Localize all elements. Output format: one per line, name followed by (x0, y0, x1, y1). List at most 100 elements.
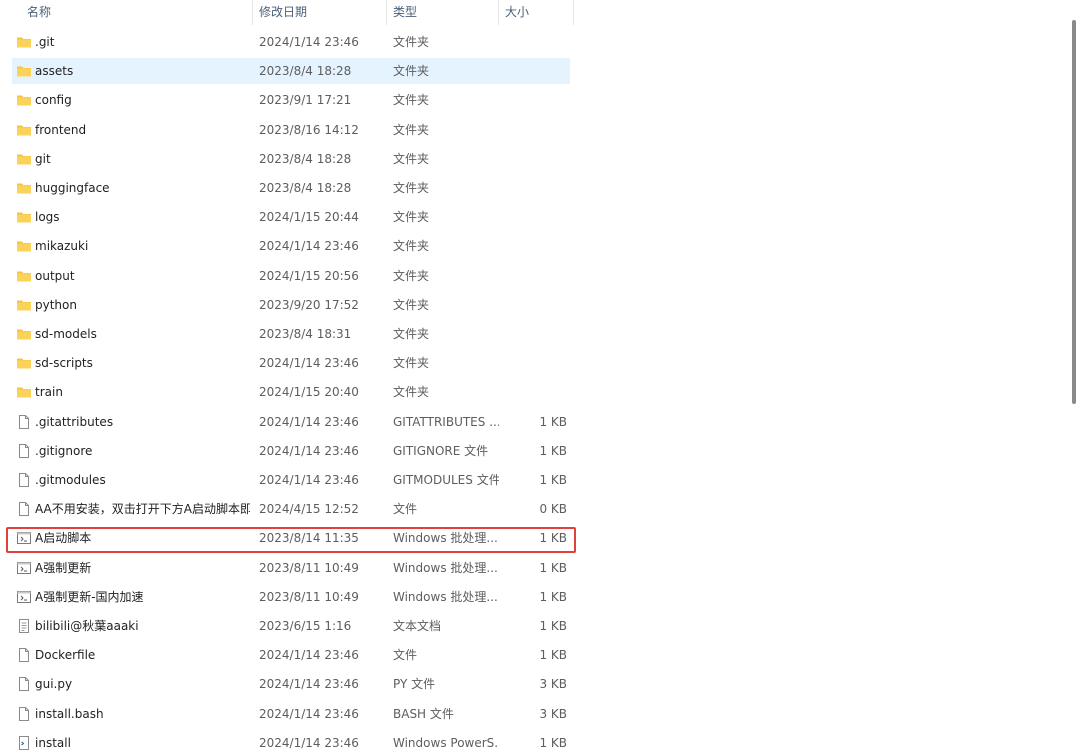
folder-icon (16, 384, 32, 400)
column-header-type-label: 类型 (393, 5, 418, 19)
file-date: 2023/8/4 18:28 (259, 181, 352, 195)
column-header-size[interactable]: 大小 (505, 0, 573, 25)
file-date: 2023/9/1 17:21 (259, 93, 352, 108)
file-size: 1 KB (539, 589, 567, 604)
file-type: Windows 批处理... (393, 589, 498, 604)
scrollbar-thumb[interactable] (1072, 20, 1076, 404)
file-name: mikazuki (35, 239, 89, 254)
file-icon (16, 414, 32, 430)
folder-icon (16, 268, 32, 284)
column-header-bar: 名称 ^ 修改日期 类型 大小 (0, 0, 574, 25)
file-type: GITMODULES 文件 (393, 473, 499, 487)
file-type: GITATTRIBUTES ... (393, 414, 499, 429)
vertical-scrollbar[interactable] (1066, 0, 1080, 745)
column-header-name-label: 名称 (27, 5, 52, 19)
file-size (512, 87, 567, 113)
column-divider[interactable] (498, 0, 499, 25)
sort-ascending-icon: ^ (132, 0, 140, 4)
file-row[interactable]: sd-models 2023/8/4 18:31 文件夹 (12, 321, 570, 347)
file-row[interactable]: sd-scripts 2024/1/14 23:46 文件夹 (12, 350, 570, 376)
file-type: GITIGNORE 文件 (393, 443, 489, 458)
file-row[interactable]: AA不用安装，双击打开下方A启动脚本即... 2024/4/15 12:52 文件 0… (12, 496, 570, 522)
file-size: 1 KB (539, 443, 567, 458)
file-row[interactable]: install 2024/1/14 23:46 Windows PowerS... 1… (12, 730, 570, 756)
file-row[interactable]: gui.py 2024/1/14 23:46 PY 文件 3 KB (12, 671, 570, 697)
file-icon (16, 443, 32, 459)
file-size (512, 146, 567, 172)
file-name: output (35, 268, 75, 283)
file-type: 文件夹 (393, 64, 430, 79)
file-row[interactable]: A强制更新-国内加速 2023/8/11 10:49 Windows 批处理... 1… (12, 584, 570, 610)
file-name: python (35, 297, 77, 312)
column-divider[interactable] (573, 0, 574, 25)
file-type: Windows 批处理... (393, 560, 498, 575)
file-name: sd-models (35, 327, 97, 341)
file-date: 2024/1/15 20:40 (259, 385, 359, 400)
column-divider[interactable] (252, 0, 253, 25)
column-header-date-label: 修改日期 (259, 5, 308, 19)
file-type: 文件 (393, 648, 418, 663)
file-row[interactable]: assets 2023/8/4 18:28 文件夹 (12, 58, 570, 85)
file-row[interactable]: .gitmodules 2024/1/14 23:46 GITMODULES 文件 1… (12, 467, 570, 493)
file-size: 1 KB (539, 735, 567, 750)
column-header-type[interactable]: 类型 (393, 0, 498, 25)
file-size: 3 KB (539, 677, 567, 692)
folder-icon (16, 63, 32, 79)
file-row[interactable]: git 2023/8/4 18:28 文件夹 (12, 146, 570, 172)
file-row[interactable]: mikazuki 2024/1/14 23:46 文件夹 (12, 233, 570, 259)
column-header-date[interactable]: 修改日期 (259, 0, 387, 25)
file-type: PY 文件 (393, 677, 436, 692)
file-name: bilibili@秋葉aaaki (35, 619, 139, 633)
file-date: 2024/1/14 23:46 (259, 414, 359, 429)
column-divider[interactable] (386, 0, 387, 25)
file-name: install (35, 735, 71, 750)
file-row[interactable]: config 2023/9/1 17:21 文件夹 (12, 87, 570, 113)
python-file-icon (16, 676, 32, 692)
file-name: config (35, 93, 72, 108)
file-size (512, 350, 567, 376)
file-name: frontend (35, 122, 87, 137)
file-row[interactable]: logs 2024/1/15 20:44 文件夹 (12, 204, 570, 230)
file-row[interactable]: huggingface 2023/8/4 18:28 文件夹 (12, 175, 570, 201)
folder-icon (16, 238, 32, 254)
file-date: 2024/1/14 23:46 (259, 735, 359, 750)
folder-icon (16, 209, 32, 225)
file-type: Windows PowerS... (393, 735, 499, 750)
file-name: gui.py (35, 677, 73, 692)
file-date: 2024/4/15 12:52 (259, 502, 359, 517)
file-name: train (35, 385, 63, 400)
file-row[interactable]: A强制更新 2023/8/11 10:49 Windows 批处理... 1 KB (12, 555, 570, 581)
file-date: 2023/8/11 10:49 (259, 560, 359, 575)
file-row[interactable]: bilibili@秋葉aaaki 2023/6/15 1:16 文本文档 1 KB (12, 613, 570, 639)
file-date: 2024/1/14 23:46 (259, 35, 359, 49)
file-date: 2024/1/14 23:46 (259, 677, 359, 692)
file-row[interactable]: .gitattributes 2024/1/14 23:46 GITATTRIBUT… (12, 409, 570, 435)
file-date: 2023/8/4 18:31 (259, 327, 352, 341)
folder-icon (16, 92, 32, 108)
file-name: sd-scripts (35, 356, 93, 371)
file-type: 文件夹 (393, 356, 430, 371)
folder-icon (16, 180, 32, 196)
file-type: 文件夹 (393, 122, 430, 137)
file-icon (16, 472, 32, 488)
file-type: 文件夹 (393, 181, 430, 195)
file-date: 2023/9/20 17:52 (259, 297, 359, 312)
file-name: Dockerfile (35, 648, 96, 663)
file-date: 2023/6/15 1:16 (259, 619, 352, 633)
file-type: 文件夹 (393, 297, 430, 312)
file-row[interactable]: .git 2024/1/14 23:46 文件夹 (12, 29, 570, 55)
file-date: 2024/1/14 23:46 (259, 443, 359, 458)
file-date: 2023/8/4 18:28 (259, 151, 352, 166)
file-row[interactable]: train 2024/1/15 20:40 文件夹 (12, 379, 570, 405)
file-row[interactable]: install.bash 2024/1/14 23:46 BASH 文件 3 KB (12, 701, 570, 727)
text-file-icon (16, 618, 32, 634)
powershell-file-icon (16, 735, 32, 751)
file-row[interactable]: frontend 2023/8/16 14:12 文件夹 (12, 117, 570, 143)
file-row[interactable]: Dockerfile 2024/1/14 23:46 文件 1 KB (12, 642, 570, 668)
column-header-size-label: 大小 (505, 5, 530, 19)
file-row[interactable]: python 2023/9/20 17:52 文件夹 (12, 292, 570, 318)
folder-icon (16, 34, 32, 50)
file-row[interactable]: output 2024/1/15 20:56 文件夹 (12, 263, 570, 289)
file-type: BASH 文件 (393, 706, 454, 721)
file-row[interactable]: .gitignore 2024/1/14 23:46 GITIGNORE 文件 1 K… (12, 438, 570, 464)
